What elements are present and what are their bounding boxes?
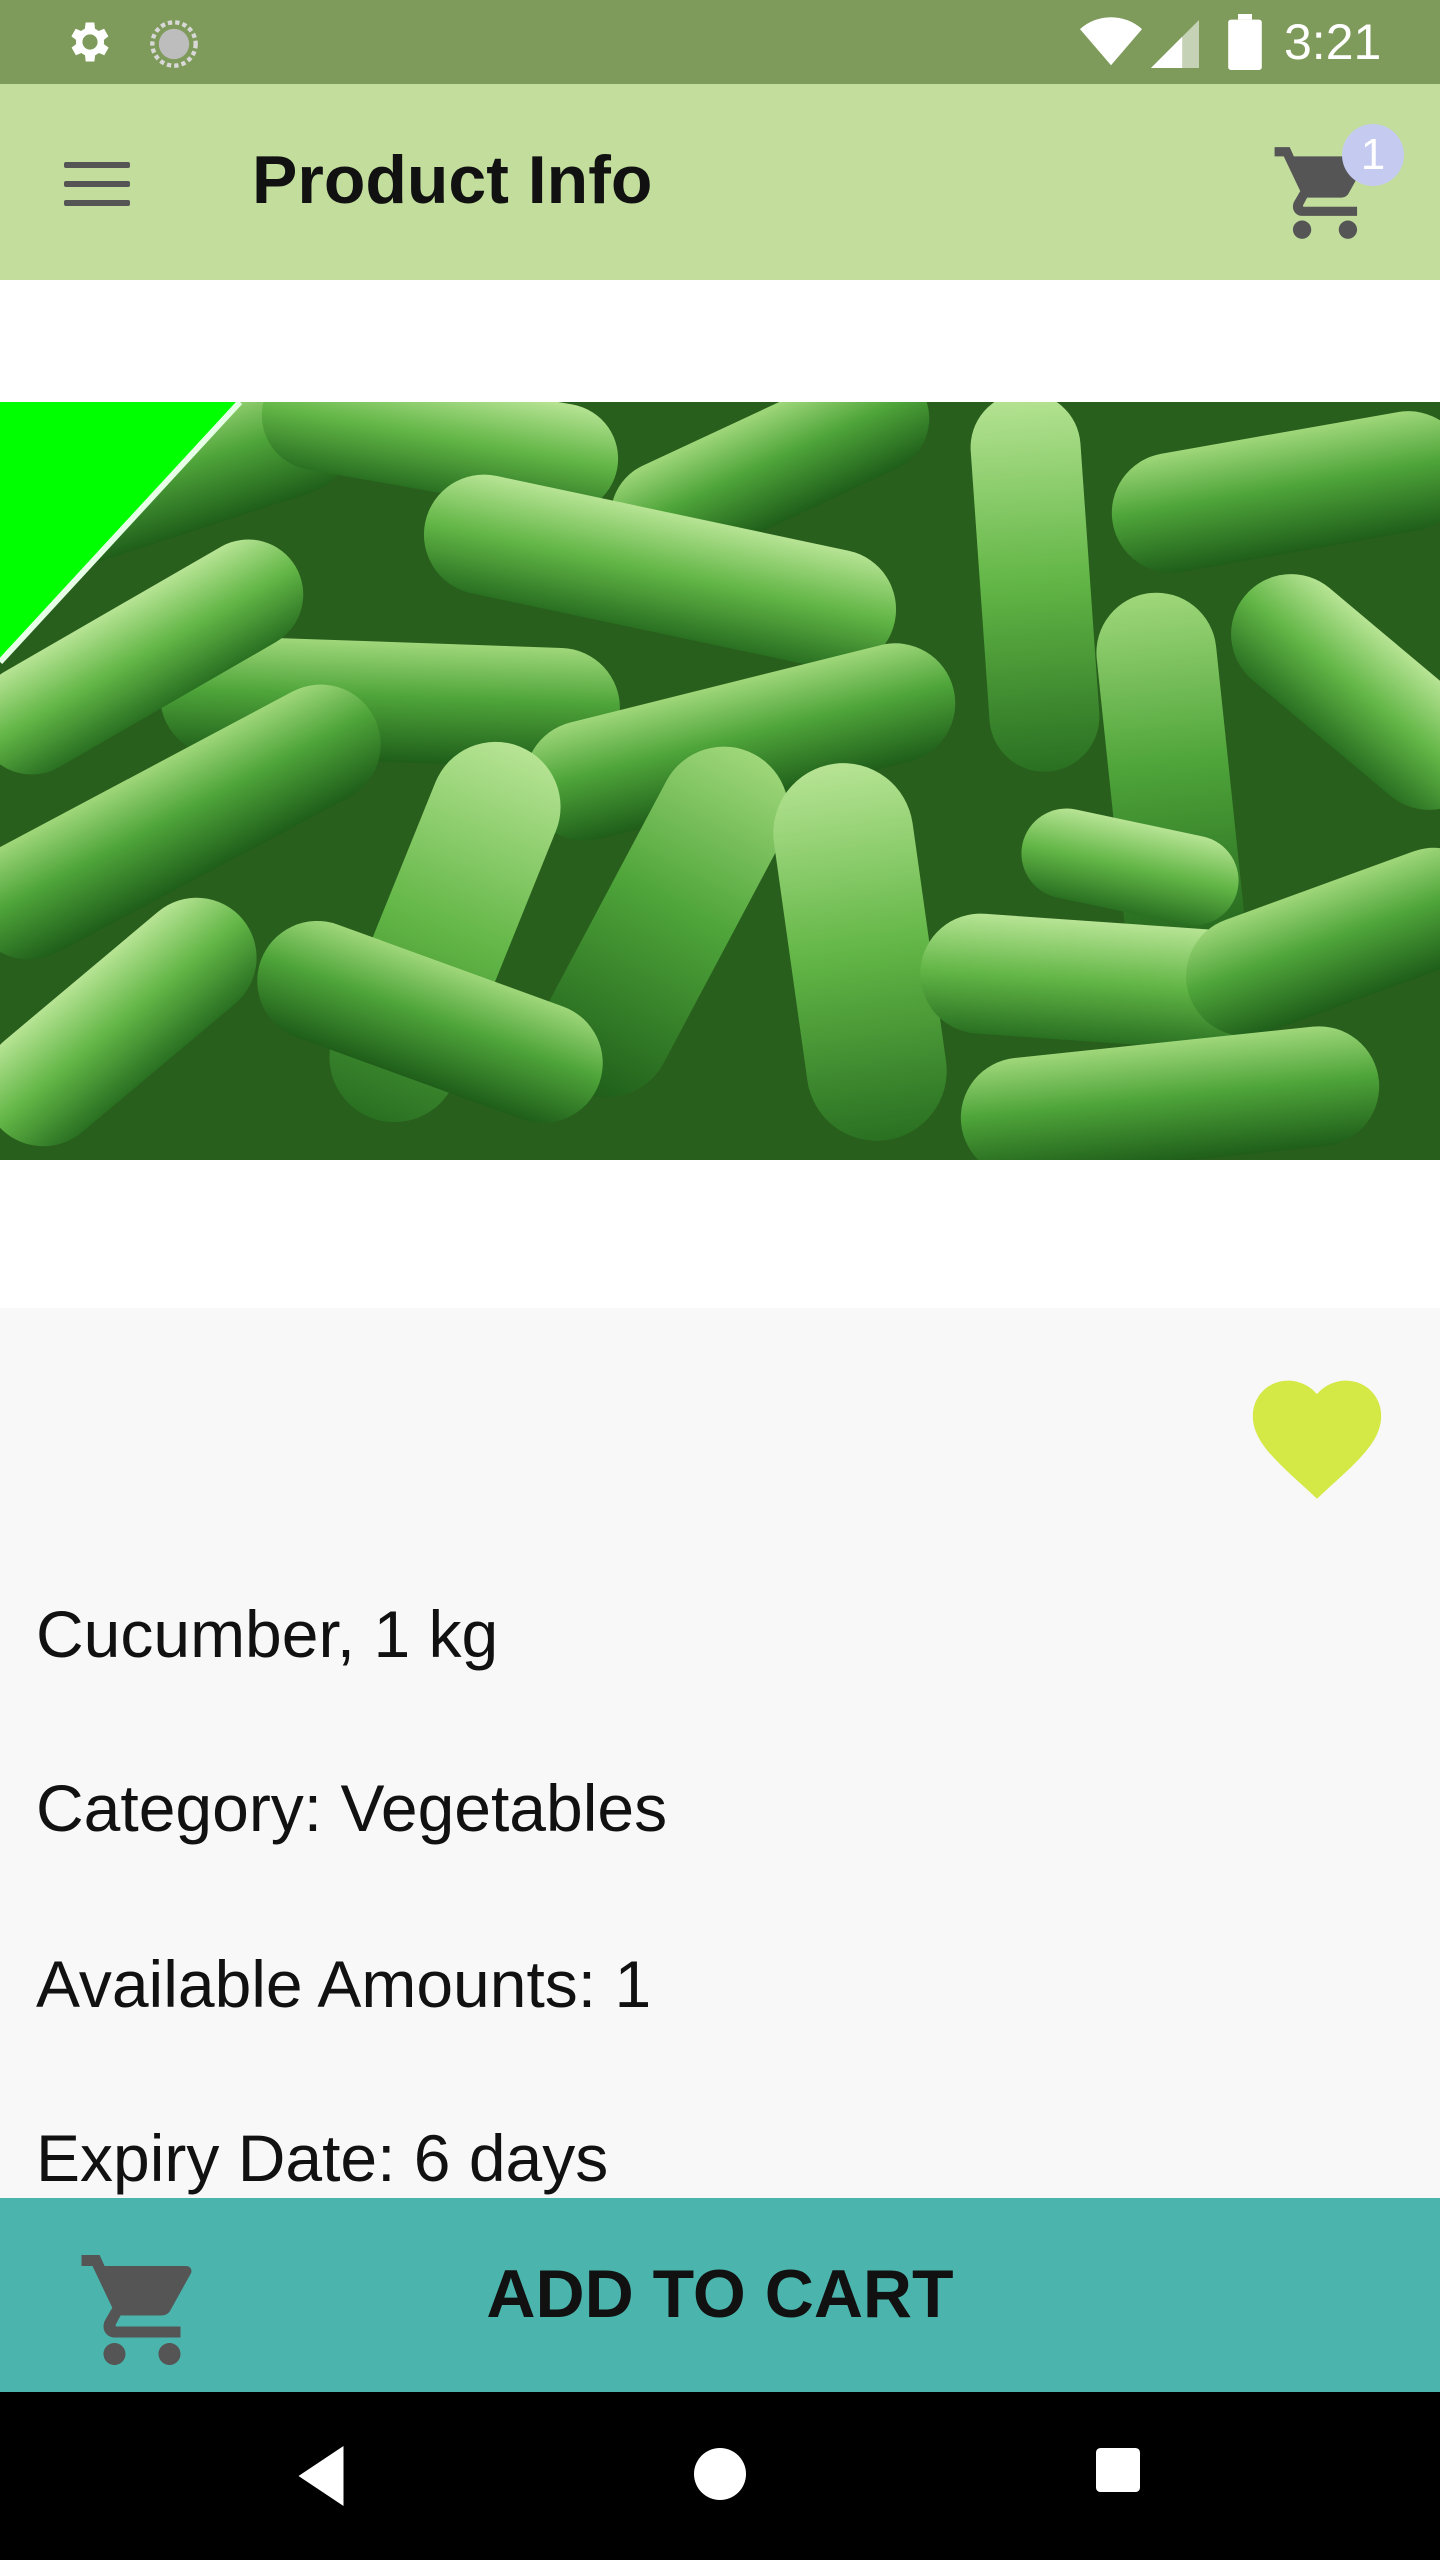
- app-bar: Product Info 1: [0, 84, 1440, 280]
- battery-icon: [1228, 14, 1262, 70]
- favorite-button[interactable]: [1240, 1360, 1394, 1504]
- status-bar: 3:21: [0, 0, 1440, 84]
- add-to-cart-label: ADD TO CART: [486, 2256, 954, 2332]
- cart-button[interactable]: 1: [1270, 124, 1404, 254]
- add-to-cart-button[interactable]: ADD TO CART: [0, 2198, 1440, 2392]
- product-available-amounts: Available Amounts: 1: [36, 1947, 652, 2021]
- system-nav-bar: [0, 2392, 1440, 2560]
- product-category: Category: Vegetables: [36, 1771, 668, 1845]
- status-time: 3:21: [1284, 14, 1382, 70]
- product-expiry-date: Expiry Date: 6 days: [36, 2121, 609, 2195]
- recents-icon[interactable]: [1096, 2448, 1140, 2492]
- product-name: Cucumber, 1 kg: [36, 1597, 499, 1671]
- menu-button[interactable]: [58, 154, 138, 214]
- page-title: Product Info: [252, 142, 653, 218]
- signal-icon: [1151, 20, 1199, 68]
- cucumbers-photo: [0, 402, 1440, 1160]
- product-details: Cucumber, 1 kg Category: Vegetables Avai…: [0, 1308, 1440, 2200]
- loading-icon: [150, 20, 198, 68]
- wifi-icon: [1080, 17, 1142, 66]
- gear-icon: [71, 22, 109, 62]
- home-icon[interactable]: [694, 2448, 746, 2500]
- back-icon[interactable]: [298, 2446, 344, 2506]
- product-image: [0, 402, 1440, 1160]
- heart-icon: [1252, 1380, 1382, 1499]
- cart-count-badge: 1: [1342, 124, 1404, 186]
